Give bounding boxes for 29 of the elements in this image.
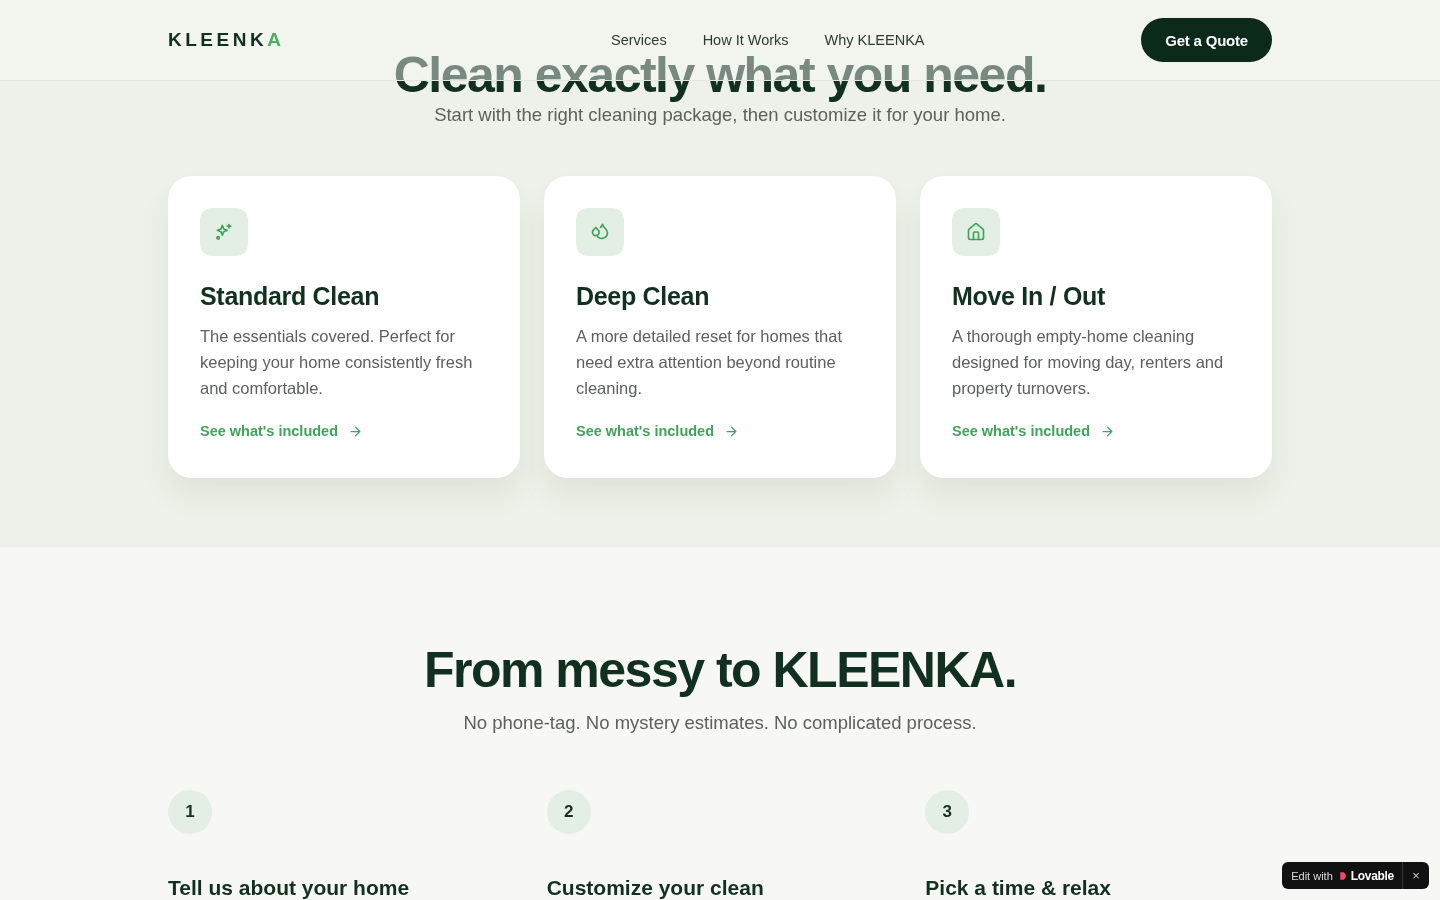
logo[interactable]: KLEENK A [168,29,285,51]
card-description: A more detailed reset for homes that need extra attention beyond routine cleaning. [576,326,843,399]
close-button[interactable]: × [1403,862,1429,889]
nav-link[interactable]: Services [611,32,667,48]
arrow-right-icon [348,423,363,439]
nav-link[interactable]: How It Works [702,32,789,48]
card-title: Standard Clean [200,282,381,311]
step-title: Tell us about your home [168,876,411,900]
step-number: 1 [168,790,212,834]
quote-button[interactable]: Get a Quote [1141,18,1272,62]
card-description: A thorough empty-home cleaning designed for moving day, renters and property turnovers. [952,326,1225,399]
section-subtitle: Start with the right cleaning package, then customize it for your home. [433,104,1007,126]
section-heading: From messy to KLEENKA. [423,642,1017,698]
card-description: The essentials covered. Perfect for keeping your home consistently fresh and comfortable. [200,326,474,399]
arrow-right-icon [724,423,739,439]
step-title: Pick a time & relax [925,876,1112,900]
droplets-icon [590,222,610,242]
nav-link[interactable]: Why KLEENKA [824,32,925,48]
sparkle-icon [214,222,234,242]
section-subtitle: No phone-tag. No mystery estimates. No complicated process. [462,712,978,734]
step-title: Customize your clean [546,876,765,900]
house-icon [966,222,986,242]
step-number: 3 [925,790,970,834]
card-title: Deep Clean [576,282,711,311]
brand-logo[interactable]: Lovable [1338,862,1403,889]
card-title: Move In / Out [952,282,1107,311]
badge-label: Edit with [1291,869,1333,882]
arrow-right-icon [1100,423,1115,439]
step-number: 2 [546,790,591,834]
